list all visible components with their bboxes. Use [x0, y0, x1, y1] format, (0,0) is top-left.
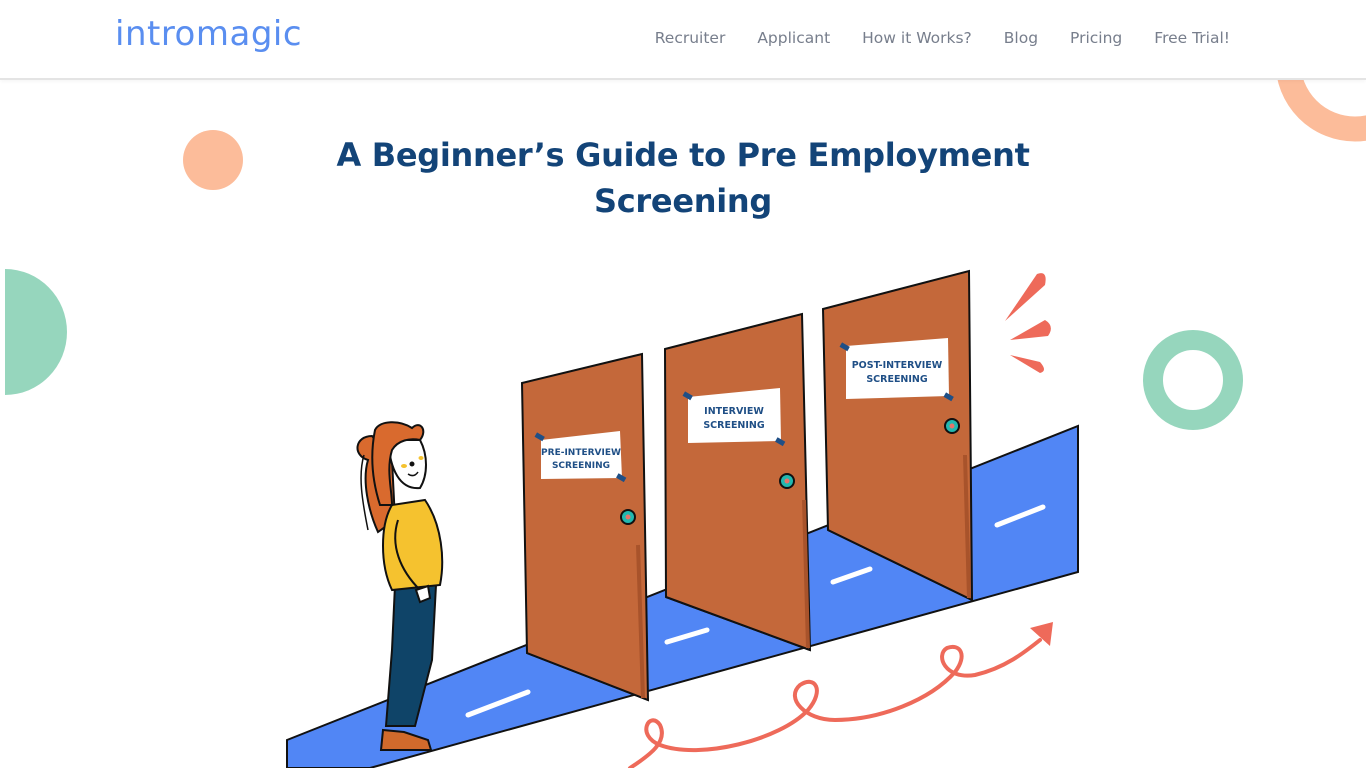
door-sign-line2: SCREENING: [552, 461, 610, 471]
door-sign-line2: SCREENING: [703, 420, 765, 431]
nav-link-free-trial[interactable]: Free Trial!: [1154, 29, 1230, 47]
intromagic-logo[interactable]: intromagic: [115, 14, 302, 54]
nav-link-how-it-works[interactable]: How it Works?: [862, 29, 972, 47]
nav-link-applicant[interactable]: Applicant: [757, 29, 830, 47]
door-sign-line1: POST-INTERVIEW: [852, 360, 943, 371]
door-pre-interview: PRE-INTERVIEW SCREENING: [520, 352, 650, 702]
hero-illustration: PRE-INTERVIEW SCREENING INTERVIEW SCREEN…: [286, 269, 1079, 768]
top-navbar: intromagic Recruiter Applicant How it Wo…: [0, 0, 1366, 80]
door-sign-line1: PRE-INTERVIEW: [541, 448, 621, 458]
burst-icon: [1005, 273, 1051, 373]
door-sign-line2: SCREENING: [866, 374, 928, 385]
arrowhead-icon: [1030, 622, 1053, 646]
nav-link-blog[interactable]: Blog: [1004, 29, 1038, 47]
nav-link-pricing[interactable]: Pricing: [1070, 29, 1122, 47]
door-sign-line1: INTERVIEW: [704, 406, 764, 417]
main-nav: Recruiter Applicant How it Works? Blog P…: [655, 29, 1230, 47]
door-interview: INTERVIEW SCREENING: [663, 312, 812, 652]
nav-link-recruiter[interactable]: Recruiter: [655, 29, 726, 47]
